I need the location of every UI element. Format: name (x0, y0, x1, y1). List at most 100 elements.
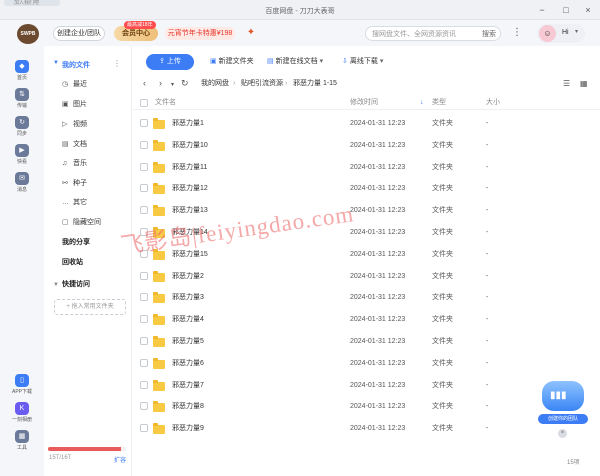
sort-list-icon[interactable]: ☰ (563, 79, 570, 89)
sidebar-item-docs[interactable]: ▤ 文档 (62, 140, 87, 150)
sidebar-my-files[interactable]: ▼ 我的文件 ⋮ (44, 57, 132, 73)
breadcrumb-item[interactable]: 我的网盘 (201, 79, 229, 89)
file-name[interactable]: 邪恶力量2 (172, 272, 204, 282)
nav-quicklook[interactable]: ▶ 快看 (0, 144, 44, 165)
table-row[interactable]: 邪恶力量2 2024-01-31 12:23 文件夹 - (133, 266, 600, 288)
sidebar-item-label: 其它 (73, 199, 87, 206)
grid-view-icon[interactable]: ▦ (580, 79, 588, 89)
search-button[interactable]: 搜索 (482, 29, 496, 40)
nav-sync[interactable]: ↻ 同步 (0, 116, 44, 137)
gamepad-icon[interactable]: ✦ (244, 27, 258, 39)
row-checkbox[interactable] (140, 206, 148, 214)
nav-home[interactable]: ◆ 首页 (0, 60, 44, 81)
maximize-icon[interactable]: □ (560, 5, 572, 15)
table-row[interactable]: 邪恶力量4 2024-01-31 12:23 文件夹 - (133, 309, 600, 331)
file-name[interactable]: 邪恶力量9 (172, 424, 204, 434)
file-name[interactable]: 邪恶力量4 (172, 315, 204, 325)
file-name[interactable]: 邪恶力量8 (172, 402, 204, 412)
sidebar-item-videos[interactable]: ▷ 视频 (62, 120, 87, 130)
file-name[interactable]: 邪恶力量10 (172, 141, 208, 151)
row-checkbox[interactable] (140, 424, 148, 432)
table-row[interactable]: 邪恶力量12 2024-01-31 12:23 文件夹 - (133, 178, 600, 200)
sidebar-item-images[interactable]: ▣ 图片 (62, 100, 87, 110)
row-checkbox[interactable] (140, 381, 148, 389)
more-icon[interactable]: ⋮ (113, 59, 121, 68)
folder-icon (153, 183, 165, 194)
row-checkbox[interactable] (140, 163, 148, 171)
row-checkbox[interactable] (140, 359, 148, 367)
row-checkbox[interactable] (140, 402, 148, 410)
sort-desc-icon[interactable]: ↓ (420, 98, 424, 108)
row-checkbox[interactable] (140, 184, 148, 192)
sidebar-item-recent[interactable]: ◷ 最近 (62, 80, 87, 90)
file-type: 文件夹 (432, 164, 453, 171)
column-header-type[interactable]: 类型 (432, 98, 446, 108)
offline-download-button[interactable]: ⇩ 离线下载 ▾ (342, 55, 383, 68)
file-type: 文件夹 (432, 273, 453, 280)
history-dropdown-icon[interactable]: ▾ (171, 80, 174, 91)
expand-storage-link[interactable]: 扩容 (114, 455, 126, 464)
file-name[interactable]: 邪恶力量6 (172, 359, 204, 369)
search-input[interactable]: 搜网盘文件、全网资源资讯 (372, 29, 456, 40)
file-type: 文件夹 (432, 425, 453, 432)
new-online-doc-button[interactable]: ▤ 新建在线文档 ▾ (267, 55, 323, 68)
table-row[interactable]: 邪恶力量11 2024-01-31 12:23 文件夹 - (133, 157, 600, 179)
file-name[interactable]: 邪恶力量5 (172, 337, 204, 347)
create-enterprise-button[interactable]: 创建企业/团队 (53, 26, 105, 41)
nav-transfer[interactable]: ⇅ 传输 (0, 88, 44, 109)
table-row[interactable]: 邪恶力量8 2024-01-31 12:23 文件夹 - (133, 396, 600, 418)
row-checkbox[interactable] (140, 141, 148, 149)
sidebar-item-hidden-space[interactable]: ▢ 隐藏空间 (62, 218, 101, 228)
minimize-icon[interactable]: − (536, 5, 548, 15)
add-favorite-folder-button[interactable]: + 拖入常用文件夹 (54, 299, 126, 315)
nav-tools[interactable]: ▦ 工具 (0, 430, 44, 451)
back-icon[interactable]: ‹ (143, 78, 146, 89)
file-name[interactable]: 邪恶力量11 (172, 163, 207, 173)
column-header-name[interactable]: 文件名 (155, 98, 176, 108)
table-row[interactable]: 邪恶力量5 2024-01-31 12:23 文件夹 - (133, 331, 600, 353)
column-header-modified[interactable]: 修改时间 (350, 98, 378, 108)
table-row[interactable]: 邪恶力量7 2024-01-31 12:23 文件夹 - (133, 375, 600, 397)
row-checkbox[interactable] (140, 337, 148, 345)
file-type: 文件夹 (432, 294, 453, 301)
upload-button[interactable]: ⇪ 上传 (146, 54, 194, 70)
row-checkbox[interactable] (140, 293, 148, 301)
sidebar-item-music[interactable]: ♫ 音乐 (62, 159, 87, 169)
row-checkbox[interactable] (140, 315, 148, 323)
promo-banner[interactable]: 元宵节年卡特惠¥198 (165, 27, 235, 40)
nav-messages[interactable]: ✉ 消息 (0, 172, 44, 193)
table-row[interactable]: 邪恶力量3 2024-01-31 12:23 文件夹 - (133, 287, 600, 309)
sidebar-item-my-share[interactable]: 我的分享 (62, 238, 90, 248)
table-row[interactable]: 邪恶力量6 2024-01-31 12:23 文件夹 - (133, 353, 600, 375)
table-row[interactable]: 邪恶力量9 2024-01-31 12:23 文件夹 - (133, 418, 600, 440)
breadcrumb-item[interactable]: 贴吧引流资源 (241, 79, 283, 89)
row-checkbox[interactable] (140, 272, 148, 280)
close-icon[interactable]: × (558, 429, 567, 438)
offline-download-label: 离线下载 (349, 58, 378, 65)
lock-icon: ▢ (62, 219, 69, 226)
column-header-size[interactable]: 大小 (486, 98, 500, 108)
file-name[interactable]: 邪恶力量12 (172, 184, 208, 194)
sidebar-quick-access[interactable]: 快捷访问 (62, 280, 90, 290)
more-icon[interactable]: ⋮ (512, 27, 522, 39)
avatar[interactable]: SWPB (17, 24, 39, 44)
table-row[interactable]: 邪恶力量10 2024-01-31 12:23 文件夹 - (133, 135, 600, 157)
user-menu[interactable]: ☺ Hi ▾ (537, 24, 585, 43)
file-name[interactable]: 邪恶力量3 (172, 293, 204, 303)
create-team-widget[interactable]: ▮▮▮ 创建你的团队 × (538, 381, 588, 438)
search-box[interactable]: 搜网盘文件、全网资源资讯 搜索 (365, 26, 501, 41)
new-folder-button[interactable]: ▣ 新建文件夹 (210, 55, 254, 68)
refresh-icon[interactable]: ↻ (181, 78, 189, 89)
table-row[interactable]: 邪恶力量1 2024-01-31 12:23 文件夹 - (133, 113, 600, 135)
close-icon[interactable]: × (582, 5, 594, 15)
row-checkbox[interactable] (140, 119, 148, 127)
sidebar-item-torrents[interactable]: ⚯ 种子 (62, 179, 87, 189)
nav-album[interactable]: K 一刻相册 (0, 402, 44, 423)
file-name[interactable]: 邪恶力量1 (172, 119, 204, 129)
sidebar-item-recycle[interactable]: 回收站 (62, 258, 83, 268)
select-all-checkbox[interactable] (140, 99, 148, 107)
sidebar-item-others[interactable]: … 其它 (62, 198, 87, 208)
nav-app-download[interactable]: ▯ APP下载 (0, 374, 44, 395)
file-name[interactable]: 邪恶力量7 (172, 381, 204, 391)
forward-icon[interactable]: › (159, 78, 162, 89)
